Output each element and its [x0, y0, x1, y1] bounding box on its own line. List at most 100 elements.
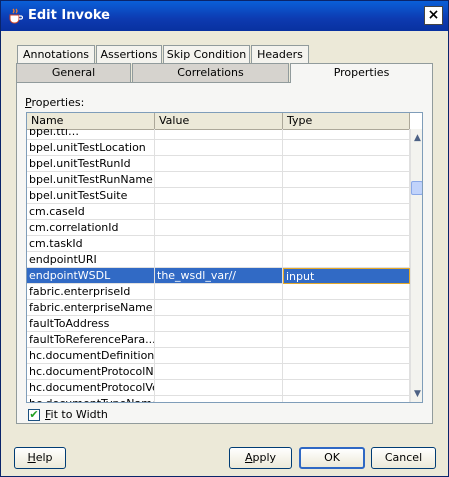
help-button[interactable]: Help	[14, 447, 66, 469]
column-header-name[interactable]: Name	[27, 113, 155, 129]
column-header-type[interactable]: Type	[283, 113, 410, 129]
cell-type[interactable]	[283, 316, 410, 332]
fit-to-width-checkbox[interactable]: ✔	[28, 409, 40, 421]
cell-name: endpointURI	[27, 252, 155, 268]
table-row-partial[interactable]: bpel.ttl…	[27, 129, 410, 140]
cell-value[interactable]	[155, 236, 283, 252]
cell-value[interactable]: the_wsdl_var//	[155, 268, 283, 284]
table-row[interactable]: cm.caseId	[27, 204, 410, 220]
cell-name: bpel.unitTestRunName	[27, 172, 155, 188]
tab-label: Headers	[257, 48, 303, 61]
cell-value[interactable]	[155, 172, 283, 188]
cell-type[interactable]	[283, 252, 410, 268]
table-row[interactable]: faultToAddress	[27, 316, 410, 332]
vertical-scrollbar[interactable]: ▲ ▼	[410, 129, 422, 402]
title-bar[interactable]: Edit Invoke ×	[1, 1, 448, 31]
scroll-down-arrow-icon[interactable]: ▼	[411, 388, 422, 401]
dialog-title: Edit Invoke	[28, 8, 110, 23]
cell-type[interactable]	[283, 332, 410, 348]
cell-type[interactable]	[283, 284, 410, 300]
tab-correlations[interactable]: Correlations	[132, 63, 289, 82]
cell-value[interactable]	[155, 300, 283, 316]
apply-button[interactable]: Apply	[229, 447, 292, 469]
cell-value[interactable]	[155, 188, 283, 204]
cell-value	[155, 129, 283, 140]
rows-container: bpel.ttl… bpel.unitTestLocation bpel.unit…	[27, 129, 410, 402]
edit-invoke-dialog: Edit Invoke × Annotations Assertions Ski…	[0, 0, 449, 477]
cell-type[interactable]	[283, 364, 410, 380]
table-row[interactable]: bpel.unitTestSuite	[27, 188, 410, 204]
cell-value[interactable]	[155, 332, 283, 348]
cell-type[interactable]: input	[283, 268, 410, 284]
table-row-selected[interactable]: endpointWSDL the_wsdl_var//input	[27, 268, 410, 284]
cell-type	[283, 129, 410, 140]
table-row[interactable]: faultToReferencePara...	[27, 332, 410, 348]
properties-table[interactable]: Name Value Type bpel.ttl… bpel.unitTestL…	[26, 112, 423, 403]
cell-name: cm.correlationId	[27, 220, 155, 236]
cell-value[interactable]	[155, 140, 283, 156]
cell-name: bpel.ttl…	[27, 129, 155, 140]
cell-type[interactable]	[283, 140, 410, 156]
cell-type[interactable]	[283, 236, 410, 252]
ok-button[interactable]: OK	[299, 447, 365, 469]
cell-value[interactable]	[155, 396, 283, 402]
cell-value[interactable]	[155, 252, 283, 268]
properties-label: Properties:	[25, 96, 84, 109]
table-row[interactable]: hc.documentProtocolN...	[27, 364, 410, 380]
table-row[interactable]: cm.taskId	[27, 236, 410, 252]
cell-name: faultToAddress	[27, 316, 155, 332]
table-row[interactable]: endpointURI	[27, 252, 410, 268]
fit-to-width-label: Fit to Width	[45, 407, 108, 423]
cell-name: fabric.enterpriseId	[27, 284, 155, 300]
cell-name: faultToReferencePara...	[29, 332, 155, 348]
scroll-up-arrow-icon[interactable]: ▲	[411, 132, 422, 145]
cell-value[interactable]	[155, 284, 283, 300]
table-row[interactable]: cm.correlationId	[27, 220, 410, 236]
cell-name: hc.documentProtocolN...	[29, 364, 155, 380]
cell-value[interactable]	[155, 380, 283, 396]
cell-name: bpel.unitTestLocation	[27, 140, 155, 156]
table-row[interactable]: bpel.unitTestLocation	[27, 140, 410, 156]
column-header-value[interactable]: Value	[155, 113, 283, 129]
tab-assertions[interactable]: Assertions	[96, 45, 162, 63]
tab-label: Skip Condition	[166, 48, 247, 61]
table-row[interactable]: fabric.enterpriseId	[27, 284, 410, 300]
tab-general[interactable]: General	[16, 63, 131, 82]
cell-type[interactable]	[283, 396, 410, 402]
table-row[interactable]: bpel.unitTestRunId	[27, 156, 410, 172]
cell-value[interactable]	[155, 156, 283, 172]
cell-value[interactable]	[155, 364, 283, 380]
tab-annotations[interactable]: Annotations	[17, 45, 95, 63]
close-button[interactable]: ×	[424, 6, 443, 25]
table-row[interactable]: bpel.unitTestRunName	[27, 172, 410, 188]
scroll-thumb[interactable]	[411, 181, 422, 195]
cancel-button[interactable]: Cancel	[371, 447, 436, 469]
table-row[interactable]: hc.documentProtocolVe...	[27, 380, 410, 396]
table-header: Name Value Type	[27, 113, 410, 130]
button-label: pply	[252, 451, 277, 464]
cell-type[interactable]	[283, 204, 410, 220]
cell-type[interactable]	[283, 188, 410, 204]
tab-properties[interactable]: Properties	[290, 63, 433, 83]
table-row[interactable]: fabric.enterpriseName	[27, 300, 410, 316]
cell-value[interactable]	[155, 316, 283, 332]
cell-type[interactable]	[283, 156, 410, 172]
mnemonic: A	[244, 451, 253, 464]
cell-name: fabric.enterpriseName	[27, 300, 155, 316]
tab-label: Annotations	[22, 48, 90, 61]
cell-value[interactable]	[155, 204, 283, 220]
tab-headers[interactable]: Headers	[251, 45, 309, 63]
cell-value[interactable]	[155, 220, 283, 236]
tab-label: Assertions	[100, 48, 158, 61]
cell-value[interactable]	[155, 348, 283, 364]
cell-type[interactable]	[283, 172, 410, 188]
tab-skip-condition[interactable]: Skip Condition	[163, 45, 250, 63]
cell-type[interactable]	[283, 348, 410, 364]
cell-type[interactable]	[283, 380, 410, 396]
table-row[interactable]: hc.documentDefinition...	[27, 348, 410, 364]
cell-type[interactable]	[283, 300, 410, 316]
table-row[interactable]: hc.documentTypeName	[27, 396, 410, 402]
cell-type[interactable]	[283, 220, 410, 236]
label-text: roperties:	[31, 96, 85, 109]
tab-label: General	[51, 66, 96, 79]
